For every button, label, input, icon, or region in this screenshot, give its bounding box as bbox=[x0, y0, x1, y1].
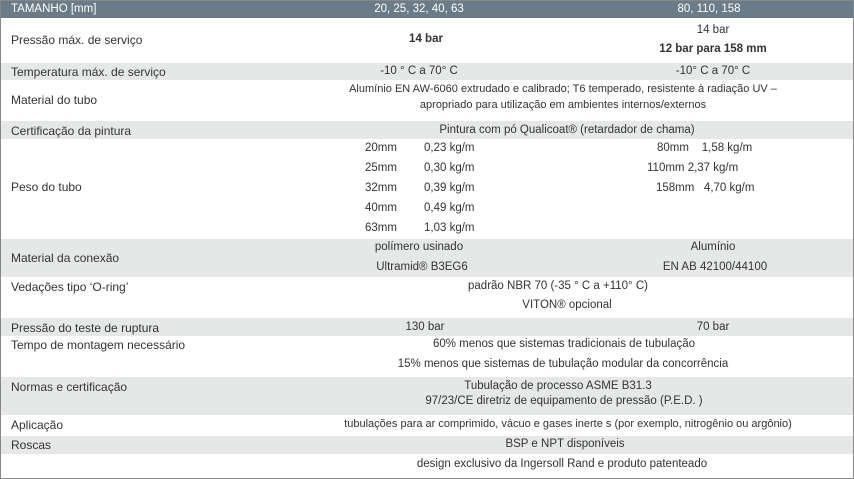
conexao-col1-line2: Ultramid® B3EG6 bbox=[376, 261, 468, 273]
conexao-col1-line1: polímero usinado bbox=[374, 241, 464, 253]
montagem-line1: 60% menos que sistemas tradicionais de t… bbox=[432, 338, 696, 350]
peso-col2-item: 110mm 2,37 kg/m bbox=[647, 162, 739, 174]
material-tubo-line1: Alumínio EN AW-6060 extrudado e calibrad… bbox=[349, 83, 777, 95]
conexao-col2-line2: EN AB 42100/44100 bbox=[662, 261, 768, 273]
peso-col2-item: 80mm 1,58 kg/m bbox=[657, 142, 753, 154]
temperatura-col2: -10° C a 70° C bbox=[675, 65, 751, 77]
row-label: Vedações tipo ‘O-ring’ bbox=[11, 280, 129, 294]
row-normas: Normas e certificação Tubulação de proce… bbox=[1, 377, 853, 415]
normas-line1: Tubulação de processo ASME B31.3 bbox=[464, 380, 652, 392]
row-roscas-cont: design exclusivo da Ingersoll Rand e pro… bbox=[1, 454, 853, 478]
row-conexao: Material da conexão polímero usinado Ult… bbox=[1, 239, 853, 277]
row-aplicacao: Aplicação tubulações para ar comprimido,… bbox=[1, 415, 853, 436]
temperatura-col1: -10 ° C a 70° C bbox=[380, 65, 458, 77]
row-label: Tempo de montagem necessário bbox=[11, 338, 186, 352]
roscas-line2: design exclusivo da Ingersoll Rand e pro… bbox=[416, 458, 708, 470]
header-col1: 20, 25, 32, 40, 63 bbox=[374, 3, 464, 15]
montagem-line2: 15% menos que sistemas de tubulação modu… bbox=[397, 358, 729, 370]
peso-weight: 0,49 kg/m bbox=[424, 202, 475, 214]
row-certificacao: Certificação da pintura Pintura com pó Q… bbox=[1, 121, 853, 139]
vedacoes-line2: VITON® opcional bbox=[522, 299, 612, 311]
normas-line2: 97/23/CE diretriz de equipamento de pres… bbox=[425, 395, 703, 407]
peso-size: 40mm bbox=[365, 202, 397, 214]
row-label: Pressão do teste de ruptura bbox=[11, 321, 160, 335]
header-label: TAMANHO [mm] bbox=[11, 3, 97, 15]
row-label: Material do tubo bbox=[11, 93, 98, 107]
peso-weight: 0,23 kg/m bbox=[424, 142, 475, 154]
material-tubo-line2: apropriado para utilização em ambientes … bbox=[419, 99, 707, 111]
peso-weight: 1,03 kg/m bbox=[424, 222, 475, 234]
row-material-tubo: Material do tubo Alumínio EN AW-6060 ext… bbox=[1, 80, 853, 121]
peso-size: 32mm bbox=[365, 182, 397, 194]
peso-weight: 0,30 kg/m bbox=[424, 162, 475, 174]
spec-table: TAMANHO [mm] 20, 25, 32, 40, 63 80, 110,… bbox=[0, 0, 854, 479]
row-label: Pressão máx. de serviço bbox=[11, 33, 143, 47]
aplicacao-value: tubulações para ar comprimido, vácuo e g… bbox=[344, 418, 792, 430]
row-label: Material da conexão bbox=[11, 251, 120, 265]
vedacoes-line1: padrão NBR 70 (-35 ° C a +110° C) bbox=[468, 280, 648, 292]
ruptura-col1: 130 bar bbox=[405, 321, 445, 333]
peso-col2-item: 158mm 4,70 kg/m bbox=[656, 182, 755, 194]
header-col2: 80, 110, 158 bbox=[677, 3, 741, 15]
row-peso: Peso do tubo 20mm 0,23 kg/m 25mm 0,30 kg… bbox=[1, 139, 853, 239]
peso-size: 63mm bbox=[365, 222, 397, 234]
certificacao-value: Pintura com pó Qualicoat® (retardador de… bbox=[439, 124, 695, 136]
row-vedacoes: Vedações tipo ‘O-ring’ padrão NBR 70 (-3… bbox=[1, 277, 853, 318]
row-label: Roscas bbox=[11, 438, 52, 452]
roscas-line1: BSP e NPT disponíveis bbox=[505, 438, 625, 450]
row-label: Aplicação bbox=[11, 418, 64, 432]
row-label: Certificação da pintura bbox=[11, 124, 132, 138]
ruptura-col2: 70 bar bbox=[696, 321, 730, 333]
row-ruptura: Pressão do teste de ruptura 130 bar 70 b… bbox=[1, 318, 853, 336]
peso-size: 20mm bbox=[365, 142, 397, 154]
row-temperatura: Temperatura máx. de serviço -10 ° C a 70… bbox=[1, 63, 853, 80]
row-label: Peso do tubo bbox=[11, 180, 82, 194]
row-pressao: Pressão máx. de serviço 14 bar 14 bar 12… bbox=[1, 18, 853, 63]
row-label: Normas e certificação bbox=[11, 380, 128, 394]
row-label: Temperatura máx. de serviço bbox=[11, 65, 166, 79]
peso-size: 25mm bbox=[365, 162, 397, 174]
conexao-col2-line1: Alumínio bbox=[690, 241, 736, 253]
peso-weight: 0,39 kg/m bbox=[424, 182, 475, 194]
table-header: TAMANHO [mm] 20, 25, 32, 40, 63 80, 110,… bbox=[1, 1, 853, 18]
pressao-col2-line1: 14 bar bbox=[696, 24, 730, 36]
pressao-col2-line2: 12 bar para 158 mm bbox=[659, 43, 767, 55]
row-roscas: Roscas BSP e NPT disponíveis bbox=[1, 436, 853, 454]
row-montagem: Tempo de montagem necessário 60% menos q… bbox=[1, 336, 853, 377]
pressao-col1: 14 bar bbox=[409, 33, 443, 45]
